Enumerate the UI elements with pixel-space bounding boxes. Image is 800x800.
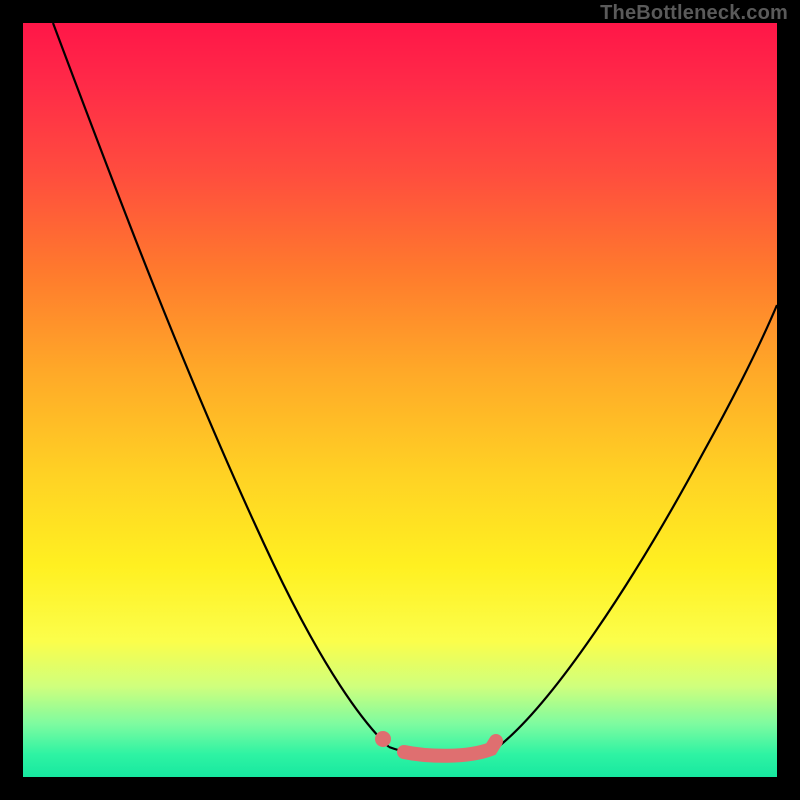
right-ascending-curve bbox=[498, 305, 777, 747]
highlight-dot bbox=[375, 731, 391, 747]
watermark-text: TheBottleneck.com bbox=[600, 2, 788, 25]
curve-svg bbox=[23, 23, 777, 777]
left-descending-curve bbox=[53, 23, 389, 747]
highlight-segment bbox=[404, 741, 496, 756]
chart-plot-area bbox=[23, 23, 777, 777]
